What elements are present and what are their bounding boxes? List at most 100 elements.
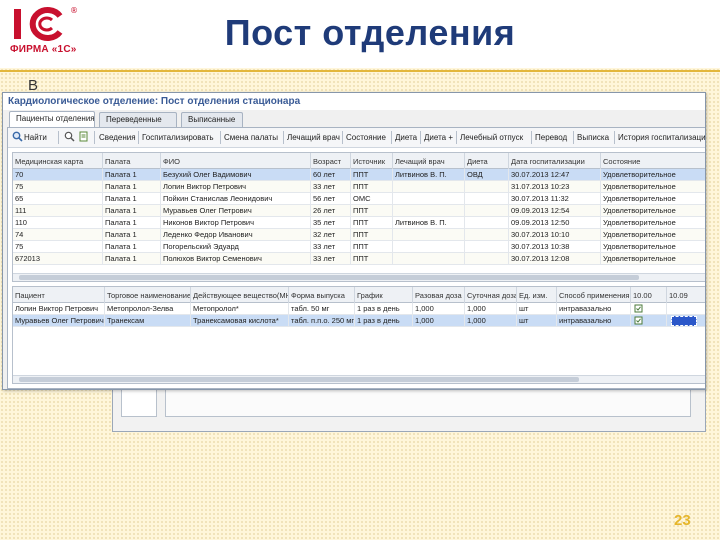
tab-panel: Найти Сведения Госпитализировать Смена п…	[7, 127, 705, 389]
scrollbar-thumb[interactable]	[19, 275, 639, 280]
column-header-patient[interactable]: Пациент	[13, 287, 105, 303]
column-header-ward[interactable]: Палата	[103, 153, 161, 169]
toolbar-separator	[531, 131, 532, 144]
patients-table[interactable]: Медицинская карта Палата ФИО Возраст Ист…	[12, 152, 705, 282]
column-header-source[interactable]: Источник	[351, 153, 393, 169]
find-button[interactable]: Найти	[24, 131, 47, 144]
table-row[interactable]: 75 Палата 1 Погорельский Эдуард 33 лет ППТ 30…	[13, 241, 705, 253]
table-cell: Литвинов В. П.	[393, 217, 465, 229]
table-cell: Удовлетворительное	[601, 193, 705, 205]
attending-doctor-button[interactable]: Лечащий врач	[287, 131, 340, 144]
table-cell: Удовлетворительное	[601, 205, 705, 217]
table-row[interactable]: 110 Палата 1 Никонов Виктор Петрович 35 лет…	[13, 217, 705, 229]
table-cell: Погорельский Эдуард	[161, 241, 311, 253]
transfer-button[interactable]: Перевод	[535, 131, 567, 144]
table-cell: Палата 1	[103, 169, 161, 181]
change-ward-button[interactable]: Смена палаты	[224, 131, 278, 144]
table-cell: 26 лет	[311, 205, 351, 217]
table-cell: Транексамовая кислота*	[191, 315, 289, 327]
diet-plus-button[interactable]: Диета +	[424, 131, 453, 144]
table-cell: 30.07.2013 12:47	[509, 169, 601, 181]
table-cell: 1,000	[413, 303, 465, 315]
table-cell: Никонов Виктор Петрович	[161, 217, 311, 229]
horizontal-scrollbar[interactable]	[13, 273, 705, 281]
table-cell: 30.07.2013 11:32	[509, 193, 601, 205]
column-header-attending-doctor[interactable]: Лечащий врач	[393, 153, 465, 169]
scrollbar-thumb[interactable]	[19, 377, 579, 382]
table-cell: 1,000	[465, 303, 517, 315]
table-cell: 33 лет	[311, 181, 351, 193]
medication-mark-icon[interactable]	[634, 316, 643, 325]
column-header-single-dose[interactable]: Разовая доза	[413, 287, 465, 303]
tab-transferred[interactable]: Переведенные	[99, 112, 177, 127]
column-header-diet[interactable]: Диета	[465, 153, 509, 169]
column-header-age[interactable]: Возраст	[311, 153, 351, 169]
column-header-daily-dose[interactable]: Суточная доза	[465, 287, 517, 303]
column-header-schedule[interactable]: График	[355, 287, 413, 303]
table-cell: 30.07.2013 12:08	[509, 253, 601, 265]
logo-registered-mark: ®	[70, 6, 78, 15]
tab-patients[interactable]: Пациенты отделения	[9, 111, 95, 127]
medication-mark-icon[interactable]	[634, 304, 643, 313]
table-cell: 1,000	[413, 315, 465, 327]
tab-discharged[interactable]: Выписанные	[181, 112, 243, 127]
table-row[interactable]: 75 Палата 1 Лопин Виктор Петрович 33 лет ППТ…	[13, 181, 705, 193]
toolbar: Найти Сведения Госпитализировать Смена п…	[8, 128, 705, 148]
table-cell: Удовлетворительное	[601, 169, 705, 181]
table-cell: 31.07.2013 10:23	[509, 181, 601, 193]
table-cell: Муравьев Олег Петрович	[161, 205, 311, 217]
column-header-route[interactable]: Способ применения	[557, 287, 631, 303]
table-cell: Палата 1	[103, 229, 161, 241]
column-header-condition[interactable]: Состояние	[601, 153, 705, 169]
condition-button[interactable]: Состояние	[346, 131, 386, 144]
zoom-icon[interactable]	[64, 131, 75, 142]
table-row[interactable]: Лопин Виктор Петрович Метопролол-Зелва Мет…	[13, 303, 705, 315]
column-header-unit[interactable]: Ед. изм.	[517, 287, 557, 303]
column-header-trade-name[interactable]: Торговое наименование	[105, 287, 191, 303]
table-row[interactable]: Муравьев Олег Петрович Транексам Транексам…	[13, 315, 705, 327]
table-cell: ППТ	[351, 181, 393, 193]
logo-caption: ФИРМА «1С»	[10, 44, 77, 55]
table-cell: ППТ	[351, 169, 393, 181]
table-cell	[465, 217, 509, 229]
column-header-active-substance[interactable]: Действующее вещество(МНН)	[191, 287, 289, 303]
document-icon[interactable]	[78, 131, 89, 142]
table-cell: ППТ	[351, 229, 393, 241]
table-row[interactable]: 672013 Палата 1 Полюхов Виктор Семенович 33…	[13, 253, 705, 265]
diet-button[interactable]: Диета	[395, 131, 417, 144]
hospitalize-button[interactable]: Госпитализировать	[142, 131, 214, 144]
column-header-medical-card[interactable]: Медицинская карта	[13, 153, 103, 169]
table-cell	[393, 253, 465, 265]
table-cell: шт	[517, 315, 557, 327]
column-header-admission-date[interactable]: Дата госпитализации	[509, 153, 601, 169]
table-cell: шт	[517, 303, 557, 315]
table-cell: Транексам	[105, 315, 191, 327]
medical-leave-button[interactable]: Лечебный отпуск	[460, 131, 523, 144]
discharge-button[interactable]: Выписка	[577, 131, 609, 144]
horizontal-scrollbar[interactable]	[13, 375, 705, 383]
ward-post-window: Кардиологическое отделение: Пост отделен…	[2, 92, 706, 390]
table-row[interactable]: 74 Палата 1 Леденко Федор Иванович 32 лет ПП…	[13, 229, 705, 241]
table-cell: ППТ	[351, 253, 393, 265]
prescriptions-table[interactable]: Пациент Торговое наименование Действующе…	[12, 286, 705, 384]
slide-divider	[0, 70, 720, 72]
table-cell: ППТ	[351, 205, 393, 217]
toolbar-separator	[573, 131, 574, 144]
table-cell: 30.07.2013 10:38	[509, 241, 601, 253]
table-cell: Безухий Олег Вадимович	[161, 169, 311, 181]
table-cell: Удовлетворительное	[601, 217, 705, 229]
cell-editor[interactable]	[671, 316, 697, 326]
hospitalization-history-button[interactable]: История госпитализации	[618, 131, 705, 144]
table-row[interactable]: 65 Палата 1 Пойкин Станислав Леонидович 56 …	[13, 193, 705, 205]
column-header-form[interactable]: Форма выпуска	[289, 287, 355, 303]
table-cell	[393, 229, 465, 241]
table-cell: Удовлетворительное	[601, 241, 705, 253]
column-header-name[interactable]: ФИО	[161, 153, 311, 169]
column-header-time-1009[interactable]: 10.09	[667, 287, 705, 303]
table-row[interactable]: 111 Палата 1 Муравьев Олег Петрович 26 лет П…	[13, 205, 705, 217]
search-icon[interactable]	[12, 131, 23, 142]
column-header-time-1000[interactable]: 10.00	[631, 287, 667, 303]
table-row[interactable]: 70 Палата 1 Безухий Олег Вадимович 60 лет ПП…	[13, 169, 705, 181]
toolbar-separator	[283, 131, 284, 144]
info-button[interactable]: Сведения	[99, 131, 136, 144]
